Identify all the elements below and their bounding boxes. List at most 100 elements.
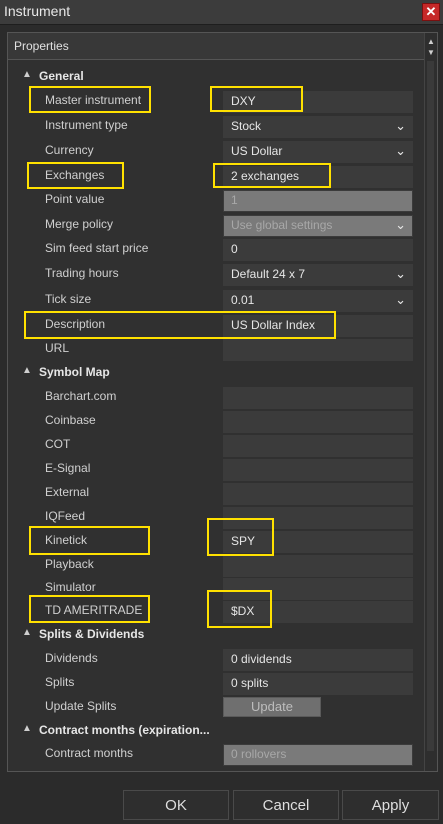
sim-feed-value: 0	[231, 242, 238, 256]
splits-field[interactable]: 0 splits	[223, 673, 413, 695]
currency-value: US Dollar	[231, 144, 283, 158]
apply-button[interactable]: Apply	[342, 790, 439, 820]
row-playback: Playback	[8, 553, 423, 577]
currency-label: Currency	[45, 143, 94, 157]
properties-panel: Properties ▲ ▼ ▲ General Master instrume…	[7, 32, 438, 772]
tick-size-select[interactable]: 0.01 ⌄	[223, 290, 413, 312]
section-title: General	[39, 69, 84, 83]
section-title: Splits & Dividends	[39, 627, 145, 641]
splits-value: 0 splits	[231, 676, 269, 690]
cot-label: COT	[45, 437, 71, 451]
row-url: URL	[8, 337, 423, 361]
barchart-label: Barchart.com	[45, 389, 117, 403]
cancel-button[interactable]: Cancel	[233, 790, 339, 820]
splits-label: Splits	[45, 675, 75, 689]
sim-feed-field[interactable]: 0	[223, 239, 413, 261]
row-esignal: E-Signal	[8, 457, 423, 481]
barchart-field[interactable]	[223, 387, 413, 409]
highlight-box	[29, 526, 150, 555]
trading-hours-label: Trading hours	[45, 266, 119, 280]
section-title: Symbol Map	[39, 365, 110, 379]
cot-field[interactable]	[223, 435, 413, 457]
ok-button[interactable]: OK	[123, 790, 229, 820]
chevron-down-icon[interactable]: ⌄	[395, 143, 406, 159]
close-icon[interactable]: ✕	[422, 3, 440, 21]
esignal-field[interactable]	[223, 459, 413, 481]
iqfeed-label: IQFeed	[45, 509, 86, 523]
collapse-arrow-icon[interactable]: ▲	[22, 723, 32, 734]
coinbase-field[interactable]	[223, 411, 413, 433]
chevron-down-icon[interactable]: ⌄	[395, 292, 406, 308]
row-barchart: Barchart.com	[8, 385, 423, 409]
tick-size-label: Tick size	[45, 292, 92, 306]
playback-label: Playback	[45, 557, 94, 571]
point-value-label: Point value	[45, 192, 105, 206]
external-field[interactable]	[223, 483, 413, 505]
instrument-type-value: Stock	[231, 119, 262, 133]
highlight-box	[213, 163, 331, 188]
update-button[interactable]: Update	[223, 697, 321, 717]
chevron-down-icon[interactable]: ⌄	[395, 118, 406, 134]
simulator-label: Simulator	[45, 580, 96, 594]
window-title: Instrument	[4, 3, 71, 19]
row-contract-months: Contract months 0 rollovers	[8, 742, 423, 766]
section-symbol-map[interactable]: ▲ Symbol Map	[8, 361, 423, 385]
row-point-value: Point value 1	[8, 188, 423, 212]
contract-months-value: 0 rollovers	[231, 747, 287, 761]
merge-policy-value: Use global settings	[231, 218, 333, 232]
chevron-down-icon[interactable]: ⌄	[395, 266, 406, 282]
section-title: Contract months (expiration...	[39, 723, 210, 737]
highlight-box	[24, 311, 336, 339]
external-label: External	[45, 485, 90, 499]
trading-hours-value: Default 24 x 7	[231, 267, 306, 281]
url-field[interactable]	[223, 339, 413, 361]
row-external: External	[8, 481, 423, 505]
row-coinbase: Coinbase	[8, 409, 423, 433]
highlight-box	[27, 162, 124, 189]
collapse-arrow-icon[interactable]: ▲	[22, 627, 32, 638]
scroll-thumb[interactable]	[427, 61, 434, 751]
merge-policy-select: Use global settings ⌄	[223, 215, 413, 237]
row-dividends: Dividends 0 dividends	[8, 647, 423, 671]
highlight-box	[29, 595, 150, 623]
collapse-arrow-icon[interactable]: ▲	[22, 69, 32, 80]
highlight-box	[207, 518, 274, 556]
esignal-label: E-Signal	[45, 461, 91, 475]
highlight-box	[207, 590, 272, 628]
scroll-down-icon[interactable]: ▼	[425, 47, 437, 59]
currency-select[interactable]: US Dollar ⌄	[223, 141, 413, 163]
vertical-scrollbar[interactable]: ▲ ▼	[424, 33, 437, 771]
row-currency: Currency US Dollar ⌄	[8, 139, 423, 163]
point-value-value: 1	[231, 193, 238, 207]
contract-months-label: Contract months	[45, 746, 134, 760]
instrument-type-select[interactable]: Stock ⌄	[223, 116, 413, 138]
dividends-field[interactable]: 0 dividends	[223, 649, 413, 671]
dividends-value: 0 dividends	[231, 652, 292, 666]
sim-feed-label: Sim feed start price	[45, 241, 149, 255]
properties-title: Properties	[14, 39, 69, 53]
row-trading-hours: Trading hours Default 24 x 7 ⌄	[8, 262, 423, 286]
title-bar: Instrument ✕	[0, 0, 443, 25]
dividends-label: Dividends	[45, 651, 98, 665]
highlight-box	[29, 86, 151, 113]
row-splits: Splits 0 splits	[8, 671, 423, 695]
row-tick-size: Tick size 0.01 ⌄	[8, 288, 423, 312]
row-update-splits: Update Splits Update	[8, 695, 423, 719]
coinbase-label: Coinbase	[45, 413, 96, 427]
update-splits-label: Update Splits	[45, 699, 117, 713]
point-value-field: 1	[223, 190, 413, 212]
collapse-arrow-icon[interactable]: ▲	[22, 365, 32, 376]
playback-field[interactable]	[223, 555, 413, 577]
trading-hours-select[interactable]: Default 24 x 7 ⌄	[223, 264, 413, 286]
row-sim-feed: Sim feed start price 0	[8, 237, 423, 261]
section-contract-months[interactable]: ▲ Contract months (expiration...	[8, 719, 423, 743]
row-instrument-type: Instrument type Stock ⌄	[8, 114, 423, 138]
url-label: URL	[45, 341, 70, 355]
properties-header: Properties	[8, 33, 437, 60]
merge-policy-label: Merge policy	[45, 217, 114, 231]
tick-size-value: 0.01	[231, 293, 255, 307]
row-merge-policy: Merge policy Use global settings ⌄	[8, 213, 423, 237]
instrument-type-label: Instrument type	[45, 118, 128, 132]
highlight-box	[210, 86, 303, 112]
row-cot: COT	[8, 433, 423, 457]
